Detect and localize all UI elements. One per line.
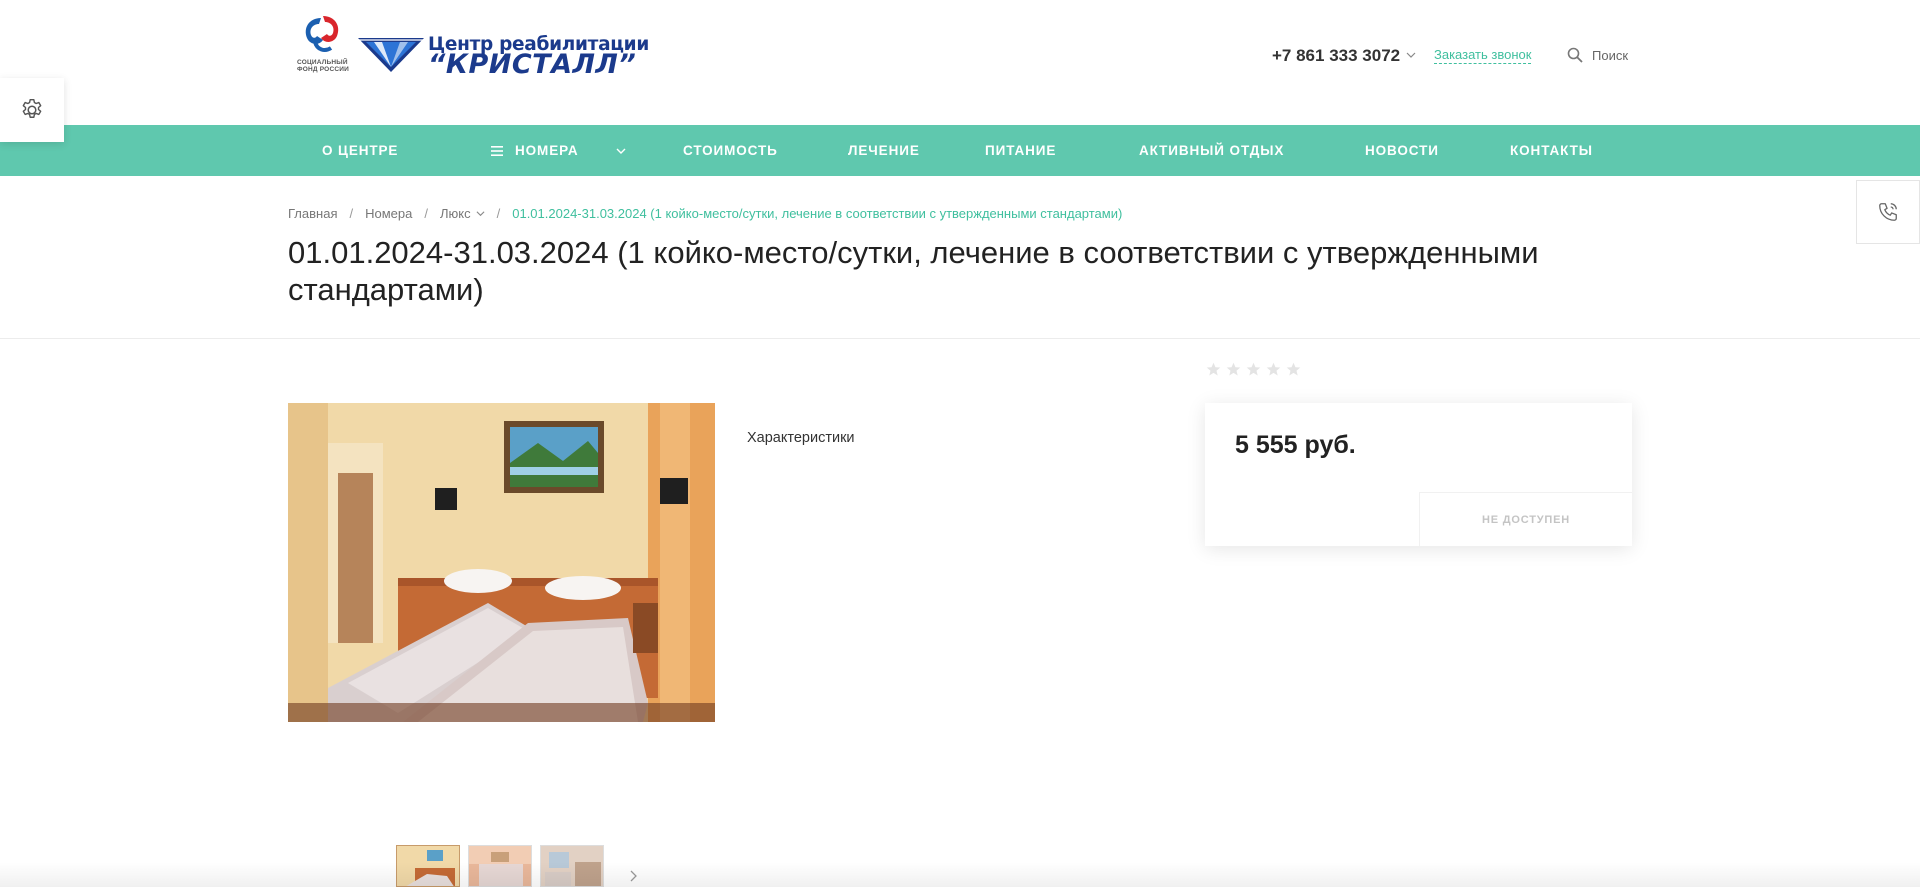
chevron-down-icon[interactable] <box>616 146 626 156</box>
breadcrumb-home[interactable]: Главная <box>288 206 337 221</box>
product-price: 5 555 руб. <box>1235 431 1356 459</box>
breadcrumb-separator: / <box>424 206 428 221</box>
nav-item-food[interactable]: ПИТАНИЕ <box>985 125 1056 176</box>
nav-item-label: СТОИМОСТЬ <box>683 143 778 158</box>
kristall-logo-emblem[interactable] <box>356 34 426 74</box>
thumbnail-image <box>397 846 459 886</box>
nav-item-contacts[interactable]: КОНТАКТЫ <box>1510 125 1593 176</box>
nav-item-label: НОВОСТИ <box>1365 143 1439 158</box>
nav-item-label: ПИТАНИЕ <box>985 143 1057 158</box>
star-icon[interactable] <box>1246 362 1261 377</box>
chevron-right-icon[interactable] <box>628 870 638 882</box>
thumbnail-image <box>541 846 603 886</box>
search-icon[interactable] <box>1567 47 1583 63</box>
unavailable-button[interactable]: НЕ ДОСТУПЕН <box>1419 492 1632 546</box>
room-photo-illustration <box>288 403 715 722</box>
nav-item-label: КОНТАКТЫ <box>1510 143 1593 158</box>
nav-item-about[interactable]: О ЦЕНТРЕ <box>322 125 398 176</box>
nav-item-label: ЛЕЧЕНИЕ <box>848 143 920 158</box>
bottom-shadow <box>0 862 1920 887</box>
nav-item-active-rest[interactable]: АКТИВНЫЙ ОТДЫХ <box>1139 125 1284 176</box>
phone-callback-icon <box>1879 203 1897 221</box>
logo-title-line2: “КРИСТАЛЛ” <box>428 49 637 80</box>
nav-item-news[interactable]: НОВОСТИ <box>1365 125 1439 176</box>
star-icon[interactable] <box>1226 362 1241 377</box>
side-callback-button[interactable] <box>1856 180 1920 244</box>
breadcrumb-category[interactable]: Люкс <box>440 206 471 221</box>
room-photo[interactable] <box>288 403 715 722</box>
thumbnail-1[interactable] <box>396 845 460 887</box>
nav-item-label: НОМЕРА <box>515 143 579 158</box>
main-nav: О ЦЕНТРЕ НОМЕРА СТОИМОСТЬ ЛЕЧЕНИЕ ПИТАНИ… <box>0 125 1920 176</box>
star-icon[interactable] <box>1286 362 1301 377</box>
settings-gear-icon <box>22 99 42 118</box>
nav-item-price[interactable]: СТОИМОСТЬ <box>683 125 778 176</box>
site-header: СОЦИАЛЬНЫЙ ФОНД РОССИИ Центр реабилитаци… <box>0 0 1920 125</box>
thumbnail-2[interactable] <box>468 845 532 887</box>
header-phone[interactable]: +7 861 333 3072 <box>1272 46 1400 66</box>
page-title: 01.01.2024-31.03.2024 (1 койко-место/сут… <box>288 235 1539 307</box>
sfr-logo-text: СОЦИАЛЬНЫЙ ФОНД РОССИИ <box>297 59 349 73</box>
nav-item-label: АКТИВНЫЙ ОТДЫХ <box>1139 143 1285 158</box>
search-label[interactable]: Поиск <box>1592 48 1628 63</box>
star-icon[interactable] <box>1206 362 1221 377</box>
price-card: 5 555 руб. НЕ ДОСТУПЕН <box>1205 403 1632 546</box>
characteristics-label: Характеристики <box>747 430 855 446</box>
breadcrumb-rooms[interactable]: Номера <box>365 206 412 221</box>
thumbnail-strip <box>396 845 604 887</box>
breadcrumb: Главная / Номера / Люкс / 01.01.2024-31.… <box>288 206 1122 221</box>
thumbnail-image <box>469 846 531 886</box>
chevron-down-icon[interactable] <box>476 209 485 218</box>
theme-settings-button[interactable] <box>0 78 64 142</box>
burger-menu-icon <box>491 145 503 156</box>
thumbnail-3[interactable] <box>540 845 604 887</box>
nav-item-label: О ЦЕНТРЕ <box>322 143 399 158</box>
star-icon[interactable] <box>1266 362 1281 377</box>
nav-item-treatment[interactable]: ЛЕЧЕНИЕ <box>848 125 920 176</box>
rating-stars[interactable] <box>1206 362 1301 377</box>
header-divider <box>0 338 1920 339</box>
breadcrumb-separator: / <box>496 206 501 221</box>
breadcrumb-current: 01.01.2024-31.03.2024 (1 койко-место/сут… <box>512 206 1123 221</box>
nav-item-rooms[interactable]: НОМЕРА <box>491 125 578 176</box>
breadcrumb-separator: / <box>349 206 354 221</box>
chevron-down-icon[interactable] <box>1406 50 1416 60</box>
order-callback-link[interactable]: Заказать звонок <box>1434 47 1532 64</box>
